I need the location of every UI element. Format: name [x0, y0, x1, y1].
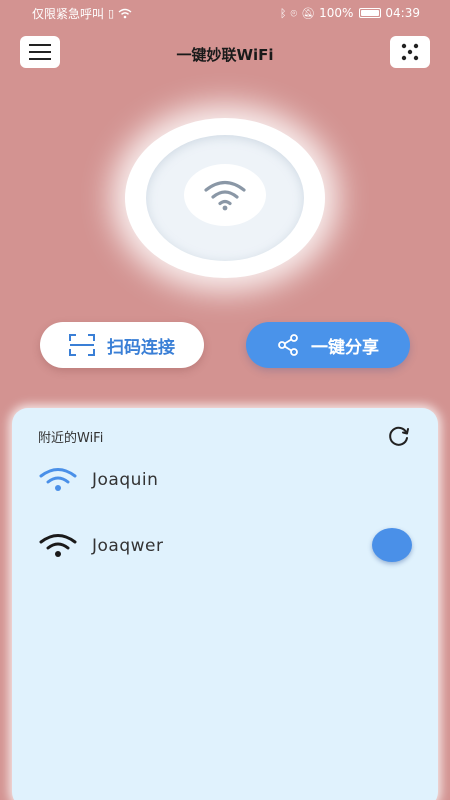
wifi-status-icon — [118, 8, 132, 18]
wifi-icon — [204, 180, 246, 211]
one-click-share-button[interactable]: 一键分享 — [246, 322, 410, 368]
clock: 04:39 — [385, 6, 420, 20]
bluetooth-icon: ᛒ — [279, 6, 287, 20]
battery-icon — [359, 8, 382, 18]
dice-icon — [401, 43, 419, 61]
wifi-disc-center[interactable] — [184, 164, 266, 226]
refresh-button[interactable] — [386, 423, 412, 449]
wifi-signal-icon — [38, 531, 78, 561]
scan-connect-label: 扫码连接 — [107, 337, 175, 358]
panel-header: 附近的WiFi — [38, 424, 412, 448]
status-left: 仅限紧急呼叫 ▯ — [32, 5, 132, 22]
connect-toggle[interactable] — [372, 528, 412, 562]
scan-connect-button[interactable]: 扫码连接 — [40, 322, 204, 368]
carrier-text: 仅限紧急呼叫 — [32, 6, 105, 21]
location-icon: ⌾ — [290, 6, 298, 20]
nearby-wifi-title: 附近的WiFi — [38, 430, 104, 446]
scan-icon — [69, 334, 95, 356]
dice-button[interactable] — [390, 36, 430, 68]
page-title: 一键妙联WiFi — [176, 46, 274, 64]
status-bar: 仅限紧急呼叫 ▯ ᛒ ⌾ 🔕︎ 100% 04:39 — [0, 0, 450, 26]
mute-icon: 🔕︎ — [301, 6, 316, 20]
status-right: ᛒ ⌾ 🔕︎ 100% 04:39 — [280, 6, 420, 20]
battery-percent: 100% — [319, 6, 354, 20]
one-click-share-label: 一键分享 — [311, 337, 379, 358]
refresh-icon — [389, 426, 409, 446]
wifi-network-name: Joaqwer — [92, 536, 164, 556]
wifi-list-item[interactable]: Joaquin — [38, 460, 412, 500]
top-bar: 一键妙联WiFi — [0, 34, 450, 72]
sim-icon: ▯ — [108, 6, 115, 20]
wifi-network-name: Joaquin — [92, 470, 159, 490]
share-icon — [278, 334, 298, 356]
wifi-signal-icon — [38, 465, 78, 495]
wifi-list-item[interactable]: Joaqwer — [38, 526, 412, 566]
battery-fill — [361, 10, 380, 16]
nearby-wifi-panel: 附近的WiFi Joaquin Joaqwer — [12, 408, 438, 800]
